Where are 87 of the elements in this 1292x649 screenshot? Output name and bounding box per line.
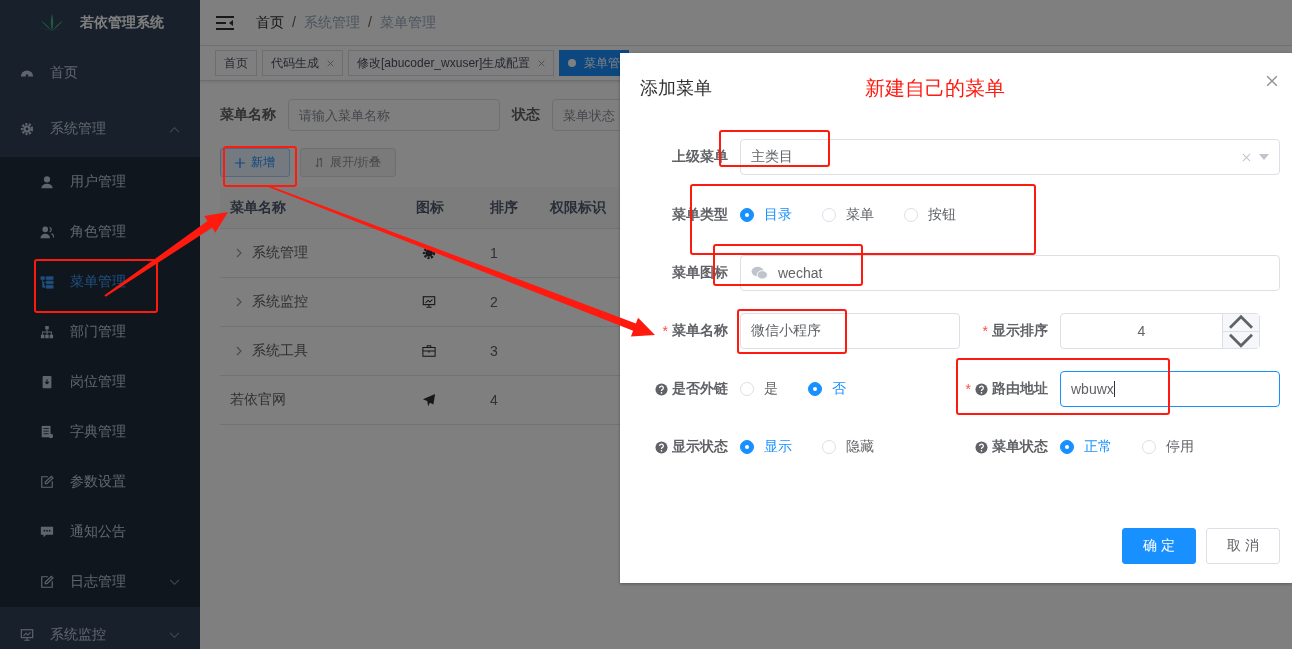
edit-icon [40,575,54,589]
table-cell: 系统管理 [252,244,308,262]
increase-icon[interactable] [1223,314,1259,332]
text-field[interactable]: wbuwx [1060,371,1280,407]
radio-option[interactable]: 否 [808,380,846,398]
breadcrumb-separator: / [367,13,372,32]
id-card-icon [40,375,54,389]
menu-icon[interactable] [216,15,234,30]
table-cell: 系统工具 [252,342,308,360]
icon-field[interactable]: wechat [740,255,1280,291]
submenu-item[interactable]: 参数设置 [0,457,200,507]
tree-table-icon [40,275,54,289]
field-label: 显示排序 [992,322,1048,340]
field-label: 显示状态 [672,438,728,456]
field-label: 是否外链 [672,380,728,398]
radio-option[interactable]: 显示 [740,438,792,456]
book-icon [40,425,54,439]
table-cell-text: 3 [489,343,499,359]
page-tab[interactable]: 菜单管 [559,50,630,76]
dialog-title: 添加菜单 [640,77,713,100]
required-mark: * [965,381,971,397]
submenu-item[interactable]: 通知公告 [0,507,200,557]
parent-menu-select[interactable]: 主类目 [740,139,1280,175]
users-icon [40,225,54,239]
breadcrumb-item[interactable]: 首页 [256,13,284,32]
submenu-item[interactable]: 日志管理 [0,557,200,607]
confirm-button[interactable]: 确 定 [1122,528,1196,564]
breadcrumb-separator: / [292,13,296,32]
submenu-item[interactable]: 部门管理 [0,307,200,357]
submenu-item[interactable]: 字典管理 [0,407,200,457]
table-cell-text: 2 [489,294,499,310]
plus-icon [235,157,245,168]
radio-option[interactable]: 隐藏 [822,438,874,456]
app-title: 若依管理系统 [80,13,164,32]
column-header: 权限标识 [549,198,607,217]
radio-option[interactable]: 停用 [1142,438,1194,456]
close-icon[interactable] [327,59,334,67]
close-icon[interactable] [1242,152,1251,162]
paper-plane-icon [422,393,436,407]
field-label: 菜单名称 [672,322,728,340]
toolbox-icon [422,344,436,358]
field-label: 状态 [512,106,540,124]
message-icon [40,525,54,539]
field-label: 菜单状态 [992,438,1048,456]
user-icon [40,175,54,189]
column-header: 排序 [489,198,519,217]
chevron-up-icon [169,125,180,133]
chat-bubbles-icon [751,266,768,280]
submenu-item[interactable]: 角色管理 [0,207,200,257]
table-cell: 若依官网 [230,391,286,409]
sitemap-icon [40,325,54,339]
close-icon[interactable] [1266,75,1278,87]
number-field[interactable]: 4 [1060,313,1260,349]
monitor-icon [20,628,34,642]
table-cell-text: 4 [489,392,499,408]
required-mark: * [982,323,988,339]
page-tab[interactable]: 修改[abucoder_wxuser]生成配置 [348,50,555,76]
add-button[interactable]: 新增 [220,148,290,177]
page-tab[interactable]: 首页 [215,50,257,76]
table-cell-text: 1 [489,245,499,261]
column-header: 图标 [415,198,445,217]
field-label: 菜单名称 [220,106,276,124]
chevron-down-icon [169,631,180,639]
radio-option[interactable]: 菜单 [822,206,874,224]
monitor-icon [422,295,436,309]
close-icon[interactable] [538,59,546,67]
cancel-button[interactable]: 取 消 [1206,528,1280,564]
column-header: 菜单名称 [229,198,287,217]
field-label: 菜单图标 [672,264,728,282]
text-field[interactable]: 微信小程序 [740,313,960,349]
annotation-text: 新建自己的菜单 [865,75,1005,101]
field-label: 路由地址 [992,380,1048,398]
sort-icon [315,157,324,168]
radio-option[interactable]: 是 [740,380,778,398]
table-cell: 系统监控 [252,293,308,311]
radio-option[interactable]: 目录 [740,206,792,224]
edit-icon [40,475,54,489]
page-tab[interactable]: 代码生成 [262,50,343,76]
dropdown-caret-icon [1259,154,1269,160]
radio-option[interactable]: 正常 [1060,438,1112,456]
submenu-item[interactable]: 岗位管理 [0,357,200,407]
active-dot-icon [568,59,577,67]
required-mark: * [662,323,668,339]
radio-option[interactable]: 按钮 [904,206,956,224]
chevron-down-icon [169,578,180,586]
gear-icon [20,122,34,136]
submenu-item[interactable]: 用户管理 [0,157,200,207]
